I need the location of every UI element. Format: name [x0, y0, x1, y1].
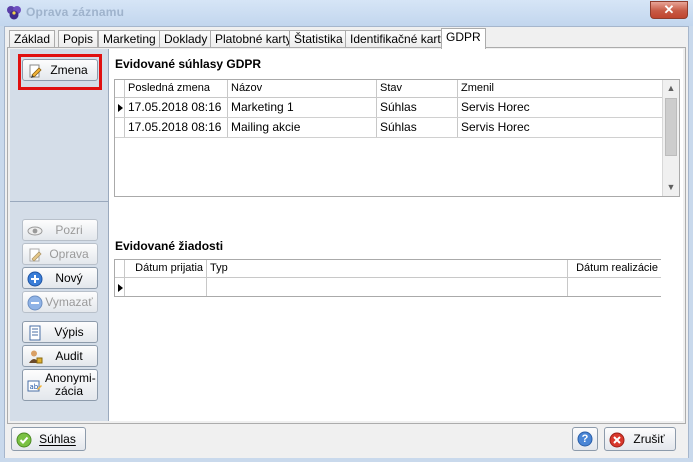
- anonymize-label-line1: Anonymi-: [45, 371, 96, 385]
- window-title: Oprava záznamu: [26, 5, 125, 19]
- view-button[interactable]: Pozri: [22, 219, 98, 241]
- cell-type: [207, 278, 568, 296]
- plus-icon: [27, 271, 43, 287]
- row-selector-header: [115, 260, 125, 277]
- tab-doklady[interactable]: Doklady: [159, 30, 213, 48]
- row-selector: [115, 278, 125, 296]
- requests-grid[interactable]: Dátum prijatia Typ Dátum realizácie: [114, 259, 661, 297]
- anonymize-button[interactable]: ab Anonymi-zácia: [22, 369, 98, 401]
- document-icon: [27, 325, 43, 341]
- app-violet-icon: [6, 5, 22, 21]
- cell-name: Mailing akcie: [228, 118, 377, 137]
- cell-changed-by: Servis Horec: [458, 118, 663, 137]
- anonymize-label-line2: zácia: [54, 384, 83, 398]
- table-row[interactable]: 17.05.2018 08:16 Mailing akcie Súhlas Se…: [115, 118, 663, 138]
- delete-button[interactable]: Vymazať: [22, 291, 98, 313]
- cell-received-date: [125, 278, 207, 296]
- current-row-arrow-icon: [118, 284, 123, 292]
- report-button[interactable]: Výpis: [22, 321, 98, 343]
- cancel-x-icon: [609, 432, 625, 448]
- delete-label: Vymazať: [45, 295, 93, 309]
- dialog-footer: Súhlas ? Zrušiť: [5, 424, 688, 458]
- user-lock-icon: [27, 349, 43, 365]
- pencil-icon: [27, 247, 43, 263]
- table-row[interactable]: 17.05.2018 08:16 Marketing 1 Súhlas Serv…: [115, 98, 663, 118]
- gdpr-panel: Zmena Pozri Oprava Nový Vymazať Výpis Au…: [7, 47, 686, 424]
- cell-status: Súhlas: [377, 118, 458, 137]
- col-status[interactable]: Stav: [377, 80, 458, 97]
- report-label: Výpis: [54, 325, 84, 339]
- eye-icon: [27, 223, 43, 239]
- zmena-label: Zmena: [50, 63, 88, 77]
- window-client: Základ Popis Marketing Doklady Platobné …: [4, 26, 689, 458]
- cancel-button[interactable]: Zrušiť: [604, 427, 676, 451]
- right-content: Evidované súhlasy GDPR Posledná zmena Ná…: [109, 49, 683, 421]
- scroll-thumb[interactable]: [665, 98, 677, 156]
- anonymize-label: Anonymi-zácia: [45, 371, 96, 398]
- cell-status: Súhlas: [377, 98, 458, 117]
- zmena-button[interactable]: Zmena: [22, 59, 98, 81]
- table-row[interactable]: [115, 278, 661, 296]
- col-name[interactable]: Názov: [228, 80, 377, 97]
- tab-identifikacne-karty[interactable]: Identifikačné karty: [345, 30, 452, 48]
- edit-button[interactable]: Oprava: [22, 243, 98, 265]
- tab-zaklad[interactable]: Základ: [9, 30, 56, 48]
- col-received-date[interactable]: Dátum prijatia: [125, 260, 207, 277]
- row-selector-header: [115, 80, 125, 97]
- cell-date: 17.05.2018 08:16: [125, 98, 228, 117]
- close-button[interactable]: ✕: [650, 1, 688, 19]
- consent-button[interactable]: Súhlas: [11, 427, 86, 451]
- cell-changed-by: Servis Horec: [458, 98, 663, 117]
- consents-scrollbar[interactable]: ▲ ▼: [662, 80, 679, 196]
- tab-popis[interactable]: Popis: [58, 30, 99, 48]
- check-icon: [16, 432, 32, 448]
- cell-name: Marketing 1: [228, 98, 377, 117]
- cell-date: 17.05.2018 08:16: [125, 118, 228, 137]
- tab-gdpr[interactable]: GDPR: [441, 28, 486, 49]
- consent-label: Súhlas: [39, 432, 76, 446]
- help-button[interactable]: ?: [572, 427, 598, 451]
- scroll-down-arrow-icon[interactable]: ▼: [663, 179, 679, 196]
- view-label: Pozri: [55, 223, 83, 237]
- col-changed-by[interactable]: Zmenil: [458, 80, 663, 97]
- text-edit-icon: ab: [27, 378, 43, 394]
- pencil-icon: [27, 63, 43, 79]
- current-row-arrow-icon: [118, 104, 123, 112]
- audit-button[interactable]: Audit: [22, 345, 98, 367]
- consents-title: Evidované súhlasy GDPR: [115, 57, 262, 71]
- audit-label: Audit: [55, 349, 83, 363]
- close-icon: ✕: [663, 2, 675, 17]
- tab-platobne-karty[interactable]: Platobné karty: [210, 30, 297, 48]
- row-selector: [115, 98, 125, 117]
- row-selector: [115, 118, 125, 137]
- consents-grid[interactable]: Posledná zmena Názov Stav Zmenil 17.05.2…: [114, 79, 680, 197]
- cell-realization-date: [568, 278, 661, 296]
- minus-icon: [27, 295, 43, 311]
- new-label: Nový: [55, 271, 83, 285]
- left-divider: [10, 201, 109, 202]
- cancel-label: Zrušiť: [633, 432, 665, 446]
- edit-label: Oprava: [49, 247, 89, 261]
- consents-header: Posledná zmena Názov Stav Zmenil: [115, 80, 663, 98]
- help-label: ?: [581, 433, 589, 445]
- col-realization-date[interactable]: Dátum realizácie: [568, 260, 661, 277]
- scroll-up-arrow-icon[interactable]: ▲: [663, 80, 679, 97]
- tab-statistika[interactable]: Štatistika: [289, 30, 348, 48]
- col-last-change[interactable]: Posledná zmena: [125, 80, 228, 97]
- svg-text:ab: ab: [30, 383, 39, 391]
- left-toolbar: Zmena Pozri Oprava Nový Vymazať Výpis Au…: [10, 49, 109, 421]
- requests-title: Evidované žiadosti: [115, 239, 224, 253]
- tab-marketing[interactable]: Marketing: [98, 30, 161, 48]
- new-button[interactable]: Nový: [22, 267, 98, 289]
- col-type[interactable]: Typ: [207, 260, 568, 277]
- requests-header: Dátum prijatia Typ Dátum realizácie: [115, 260, 661, 278]
- title-bar: Oprava záznamu ✕: [0, 0, 693, 26]
